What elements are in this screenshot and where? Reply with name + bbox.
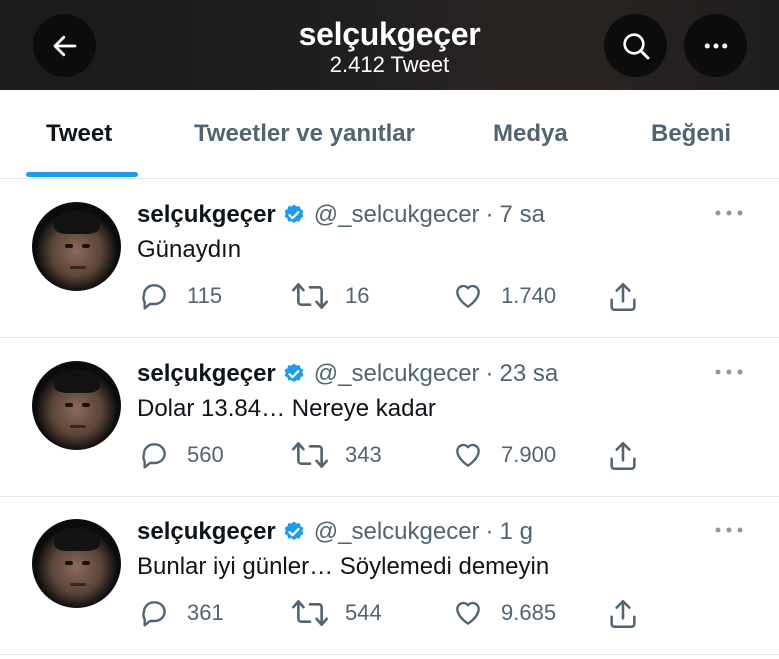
heart-icon	[456, 284, 480, 308]
tweet-item[interactable]: selçukgeçer @_selcukgecer · 23 sa Dolar …	[0, 339, 779, 497]
avatar[interactable]	[32, 202, 121, 291]
author-handle[interactable]: @_selcukgecer	[314, 518, 480, 546]
profile-tabs: Tweet Tweetler ve yanıtlar Medya Beğeni	[0, 90, 779, 179]
heart-icon	[456, 443, 480, 467]
tweet-actions: 115 16 1.740	[0, 280, 779, 316]
retweet-button[interactable]: 544	[291, 597, 382, 629]
verified-badge-icon	[282, 362, 306, 386]
separator-dot: ·	[485, 201, 494, 228]
tweet-time[interactable]: 1 g	[500, 518, 533, 546]
retweet-count: 16	[345, 283, 370, 308]
retweet-count: 343	[345, 442, 382, 467]
author-name[interactable]: selçukgeçer	[137, 360, 276, 388]
share-button[interactable]	[606, 439, 640, 473]
like-button[interactable]: 9.685	[451, 597, 556, 629]
reply-button[interactable]: 560	[137, 439, 224, 471]
like-button[interactable]: 1.740	[451, 280, 556, 312]
tweet-time[interactable]: 7 sa	[500, 201, 545, 229]
reply-count: 115	[187, 283, 223, 308]
reply-count: 560	[187, 442, 224, 467]
author-handle[interactable]: @_selcukgecer	[314, 201, 480, 229]
tweet-more-icon[interactable]	[714, 367, 744, 377]
verified-badge-icon	[282, 203, 306, 227]
author-name[interactable]: selçukgeçer	[137, 518, 276, 546]
tweet-item[interactable]: selçukgeçer @_selcukgecer · 7 sa Günaydı…	[0, 180, 779, 338]
reply-button[interactable]: 115	[137, 280, 222, 312]
tweet-time[interactable]: 23 sa	[500, 360, 559, 388]
avatar[interactable]	[32, 361, 121, 450]
tweet-text: Dolar 13.84… Nereye kadar	[137, 395, 436, 422]
search-button[interactable]	[604, 14, 667, 77]
separator-dot: ·	[485, 360, 494, 387]
tab-tweet[interactable]: Tweet	[46, 120, 112, 148]
avatar[interactable]	[32, 519, 121, 608]
reply-count: 361	[187, 600, 224, 625]
tab-likes[interactable]: Beğeni	[651, 120, 731, 148]
verified-badge-icon	[282, 520, 306, 544]
author-handle[interactable]: @_selcukgecer	[314, 360, 480, 388]
share-icon	[610, 282, 636, 312]
separator-dot: ·	[485, 518, 494, 545]
tweet-item[interactable]: selçukgeçer @_selcukgecer · 1 g Bunlar i…	[0, 497, 779, 655]
retweet-icon	[291, 283, 329, 309]
retweet-button[interactable]: 16	[291, 280, 369, 312]
tweet-text: Günaydın	[137, 236, 242, 263]
retweet-icon	[291, 442, 329, 468]
tab-media[interactable]: Medya	[493, 120, 568, 148]
author-name[interactable]: selçukgeçer	[137, 201, 276, 229]
tweet-text: Bunlar iyi günler… Söylemedi demeyin	[137, 553, 550, 580]
like-count: 9.685	[501, 600, 557, 625]
tweet-more-icon[interactable]	[714, 208, 744, 218]
share-button[interactable]	[606, 597, 640, 631]
retweet-count: 544	[345, 600, 382, 625]
tab-tweets-and-replies[interactable]: Tweetler ve yanıtlar	[194, 120, 415, 148]
like-count: 7.900	[501, 442, 557, 467]
reply-icon	[142, 443, 166, 469]
like-count: 1.740	[501, 283, 557, 308]
share-icon	[610, 599, 636, 629]
more-button[interactable]	[684, 14, 747, 77]
profile-header: selçukgeçer 2.412 Tweet	[0, 0, 779, 90]
reply-button[interactable]: 361	[137, 597, 224, 629]
like-button[interactable]: 7.900	[451, 439, 556, 471]
heart-icon	[456, 601, 480, 625]
more-horizontal-icon	[704, 43, 727, 48]
tweet-actions: 560 343 7.900	[0, 439, 779, 475]
share-icon	[610, 441, 636, 471]
reply-icon	[142, 284, 166, 310]
retweet-icon	[291, 600, 329, 626]
share-button[interactable]	[606, 280, 640, 314]
search-icon	[622, 32, 649, 59]
tweet-more-icon[interactable]	[714, 525, 744, 535]
reply-icon	[142, 601, 166, 627]
active-tab-indicator	[26, 172, 138, 177]
retweet-button[interactable]: 343	[291, 439, 382, 471]
tweet-actions: 361 544 9.685	[0, 597, 779, 633]
